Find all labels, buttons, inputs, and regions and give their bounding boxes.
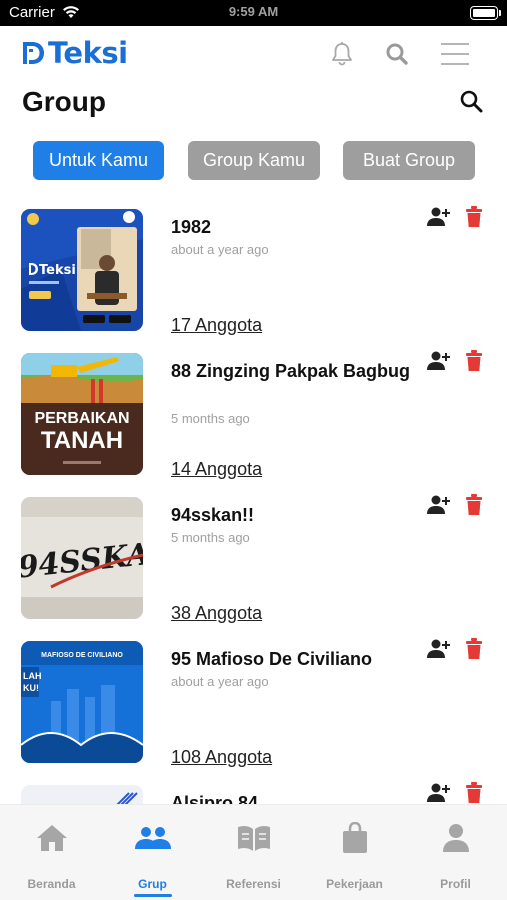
nav-beranda[interactable]: Beranda	[1, 821, 102, 891]
thumb-text: MAFIOSO DE CIVILIANO	[41, 652, 123, 659]
group-thumbnail[interactable]: Teksi	[21, 209, 143, 331]
thumb-text: KU!	[23, 683, 39, 693]
nav-pekerjaan[interactable]: Pekerjaan	[304, 821, 405, 891]
thumb-text: TANAH	[41, 427, 123, 454]
add-member-icon[interactable]	[427, 494, 451, 516]
notification-bell-icon[interactable]	[328, 40, 356, 68]
hamburger-menu-icon[interactable]	[439, 40, 471, 68]
group-time: 5 months ago	[171, 530, 250, 545]
group-time: about a year ago	[171, 674, 269, 689]
delete-trash-icon[interactable]	[464, 350, 484, 372]
nav-grup[interactable]: Grup	[102, 821, 203, 891]
group-name[interactable]: 94sskan!!	[171, 503, 411, 528]
group-tabs: Untuk Kamu Group Kamu Buat Group	[33, 141, 483, 181]
search-icon[interactable]	[383, 40, 411, 68]
home-icon	[1, 821, 102, 855]
nav-referensi[interactable]: Referensi	[203, 821, 304, 891]
clock: 9:59 AM	[228, 4, 279, 19]
list-item[interactable]: PERBAIKAN TANAH 88 Zingzing Pakpak Bagbu…	[0, 350, 507, 494]
add-member-icon[interactable]	[427, 638, 451, 660]
nav-label: Referensi	[226, 877, 281, 891]
logo-mark-icon	[23, 42, 44, 64]
bag-icon	[304, 821, 405, 855]
member-count-link[interactable]: 17 Anggota	[171, 315, 262, 336]
group-icon	[102, 821, 203, 855]
delete-trash-icon[interactable]	[464, 206, 484, 228]
nav-label: Grup	[138, 877, 167, 891]
group-thumbnail[interactable]: PERBAIKAN TANAH	[21, 353, 143, 475]
bottom-navigation: Beranda Grup Referensi Pekerjaan Profil	[0, 804, 507, 900]
tab-untuk-kamu[interactable]: Untuk Kamu	[33, 141, 164, 180]
group-list: Teksi 1982 about a year ago 17 Anggota P…	[0, 206, 507, 804]
app-header: Teksi	[0, 26, 507, 80]
battery-icon	[470, 6, 498, 20]
member-count-link[interactable]: 108 Anggota	[171, 747, 272, 768]
status-bar: Carrier 9:59 AM	[0, 0, 507, 26]
group-name[interactable]: Alsipro 84	[171, 791, 411, 804]
delete-trash-icon[interactable]	[464, 494, 484, 516]
group-name[interactable]: 1982	[171, 215, 411, 240]
page-title: Group	[22, 86, 106, 117]
member-count-link[interactable]: 14 Anggota	[171, 459, 262, 480]
add-member-icon[interactable]	[427, 782, 451, 804]
group-thumbnail[interactable]: 94SSKAN	[21, 497, 143, 619]
thumb-text: LAH	[23, 671, 42, 681]
tab-buat-group[interactable]: Buat Group	[343, 141, 475, 180]
group-search-icon[interactable]	[458, 88, 484, 114]
delete-trash-icon[interactable]	[464, 782, 484, 804]
thumb-text: PERBAIKAN	[34, 410, 129, 427]
nav-profil[interactable]: Profil	[405, 821, 506, 891]
nav-label: Profil	[440, 877, 471, 891]
list-item[interactable]: 94SSKAN 94sskan!! 5 months ago 38 Anggot…	[0, 494, 507, 638]
active-tab-indicator	[134, 894, 172, 897]
person-icon	[405, 821, 506, 855]
nav-label: Beranda	[27, 877, 76, 891]
list-item[interactable]: Teksi 1982 about a year ago 17 Anggota	[0, 206, 507, 350]
add-member-icon[interactable]	[427, 350, 451, 372]
list-item[interactable]: MAFIOSO DE CIVILIANO LAH KU! 95 Mafioso …	[0, 638, 507, 782]
list-item[interactable]: Alsipro 84	[0, 782, 507, 804]
member-count-link[interactable]: 38 Anggota	[171, 603, 262, 624]
teksi-logo[interactable]: Teksi	[20, 36, 128, 70]
group-time: 5 months ago	[171, 411, 250, 426]
group-name[interactable]: 88 Zingzing Pakpak Bagbug	[171, 359, 411, 384]
delete-trash-icon[interactable]	[464, 638, 484, 660]
group-thumbnail[interactable]: MAFIOSO DE CIVILIANO LAH KU!	[21, 641, 143, 763]
logo-text: Teksi	[48, 36, 128, 70]
tab-group-kamu[interactable]: Group Kamu	[188, 141, 320, 180]
thumb-text: Teksi	[39, 263, 76, 278]
group-thumbnail[interactable]	[21, 785, 143, 804]
group-time: about a year ago	[171, 242, 269, 257]
add-member-icon[interactable]	[427, 206, 451, 228]
nav-label: Pekerjaan	[326, 877, 383, 891]
group-name[interactable]: 95 Mafioso De Civiliano	[171, 647, 411, 672]
book-icon	[203, 821, 304, 855]
